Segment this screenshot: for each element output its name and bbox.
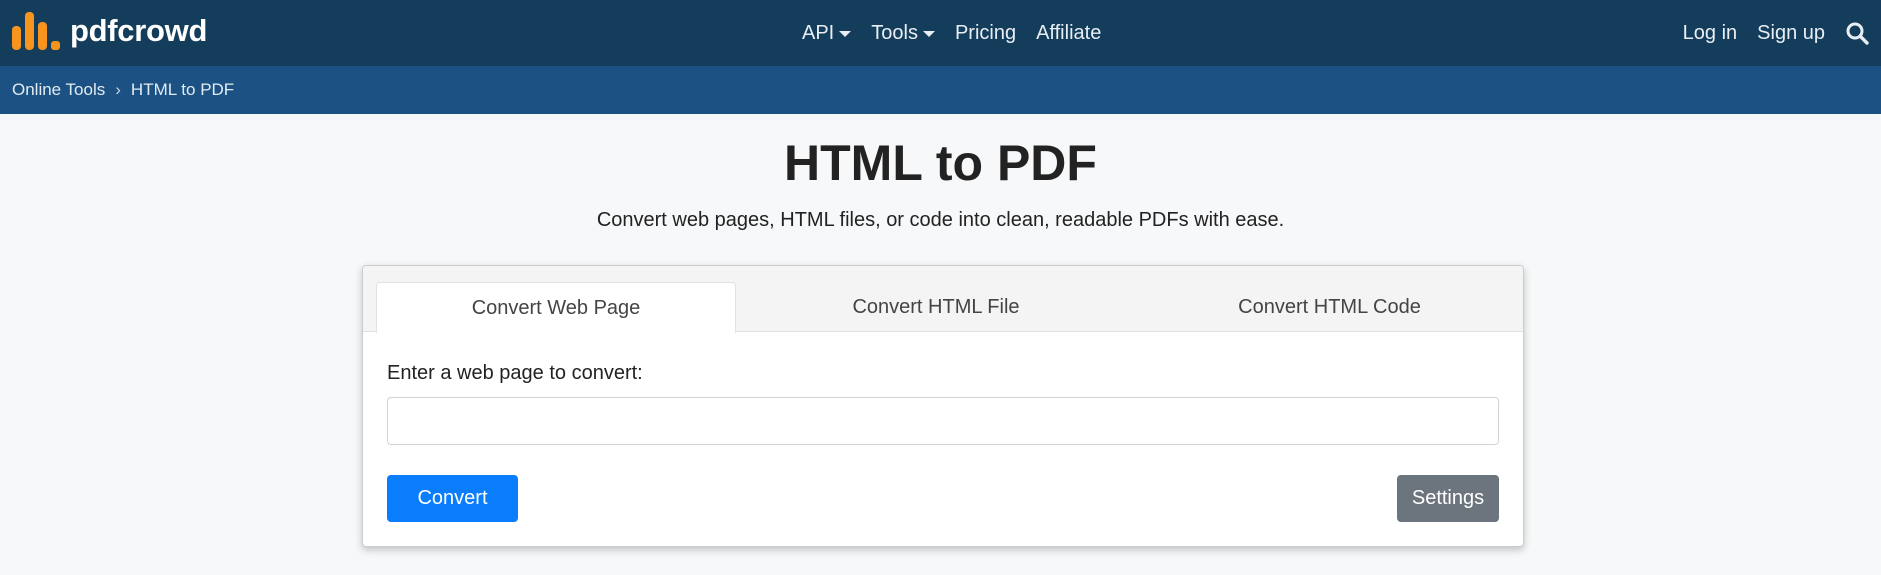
tab-convert-web-page[interactable]: Convert Web Page [376, 282, 736, 333]
nav-affiliate-label: Affiliate [1036, 21, 1102, 44]
breadcrumb: Online Tools › HTML to PDF [0, 66, 1881, 114]
nav-api-label: API [802, 21, 835, 44]
caret-down-icon [922, 31, 935, 37]
brand-home-link[interactable]: pdfcrowd [12, 12, 207, 50]
login-link[interactable]: Log in [1683, 22, 1738, 45]
converter-card: Convert Web Page Convert HTML File Conve… [362, 265, 1524, 547]
nav-tools-label: Tools [871, 21, 918, 44]
brand-name: pdfcrowd [70, 13, 208, 48]
nav-api-dropdown[interactable]: API [802, 21, 852, 45]
tab-convert-html-code[interactable]: Convert HTML Code [1136, 282, 1523, 333]
convert-button[interactable]: Convert [387, 475, 518, 522]
tab-convert-html-file[interactable]: Convert HTML File [736, 282, 1136, 333]
url-input[interactable] [387, 397, 1499, 445]
top-navbar: pdfcrowd API Tools Pricing Affiliate Log… [0, 0, 1881, 66]
caret-down-icon [839, 31, 852, 37]
account-nav: Log in Sign up [1683, 0, 1869, 66]
nav-pricing-link[interactable]: Pricing [955, 22, 1016, 45]
bar-chart-logo-icon [12, 12, 60, 50]
nav-pricing-label: Pricing [954, 21, 1017, 44]
url-field-label: Enter a web page to convert: [387, 362, 643, 384]
breadcrumb-online-tools[interactable]: Online Tools [12, 80, 105, 100]
breadcrumb-html-to-pdf[interactable]: HTML to PDF [131, 80, 234, 100]
page-title: HTML to PDF [784, 135, 1097, 191]
nav-affiliate-link[interactable]: Affiliate [1036, 22, 1101, 45]
search-icon[interactable] [1845, 21, 1869, 45]
nav-tools-dropdown[interactable]: Tools [871, 22, 935, 45]
main-nav: API Tools Pricing Affiliate [802, 0, 1121, 66]
converter-tabs: Convert Web Page Convert HTML File Conve… [363, 266, 1523, 333]
signup-link[interactable]: Sign up [1757, 22, 1825, 45]
breadcrumb-separator: › [115, 80, 121, 99]
settings-button[interactable]: Settings [1397, 475, 1499, 522]
page-subtitle: Convert web pages, HTML files, or code i… [596, 209, 1285, 231]
